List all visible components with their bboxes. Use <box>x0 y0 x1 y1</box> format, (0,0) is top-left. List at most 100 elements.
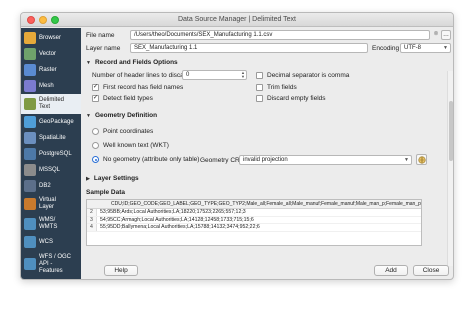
data-source-manager-window: Data Source Manager | Delimited Text Bro… <box>20 12 454 280</box>
layer-settings-section-header[interactable]: ▶ Layer Settings <box>86 175 139 182</box>
sidebar-item-arcgis-map[interactable]: ArcGIS Map Server <box>21 278 81 279</box>
geometry-section-header[interactable]: ▼ Geometry Definition <box>86 112 157 119</box>
checkbox-checked-icon: ✓ <box>92 95 99 102</box>
checkbox-unchecked-icon <box>256 84 263 91</box>
sidebar-item-label: MSSQL <box>39 166 61 173</box>
sidebar-item-label: WMS/ WMTS <box>39 217 58 230</box>
sidebar-item-label: SpatiaLite <box>39 134 66 141</box>
row-number: 4 <box>87 224 97 231</box>
sample-data-rows: 2 53;95BB;Ards;Local Authorities;LA;18220… <box>87 209 421 232</box>
layer-name-field[interactable]: SEX_Manufacturing 1.1 <box>130 43 368 53</box>
chevron-down-icon: ▼ <box>404 157 409 163</box>
no-geometry-radio[interactable]: No geometry (attribute only table) <box>92 156 199 163</box>
wcs-icon <box>24 236 36 248</box>
options-scroll-area[interactable]: ▼ Record and Fields Options Number of he… <box>86 56 444 271</box>
file-name-label: File name <box>86 32 115 39</box>
mesh-icon <box>24 80 36 92</box>
sample-data-title: Sample Data <box>86 189 126 196</box>
collapse-triangle-icon: ▼ <box>86 59 91 66</box>
layer-name-label: Layer name <box>86 45 121 52</box>
row-number: 3 <box>87 216 97 223</box>
trim-fields-checkbox[interactable]: Trim fields <box>256 84 297 91</box>
first-record-checkbox[interactable]: ✓ First record has field names <box>92 84 183 91</box>
sidebar-item-raster[interactable]: Raster <box>21 62 81 78</box>
radio-selected-icon <box>92 156 99 163</box>
chevron-down-icon: ▼ <box>443 45 448 51</box>
delimited-text-icon <box>24 98 36 110</box>
sample-data-header: CDU;ID;GEO_CODE;GEO_LABEL;GEO_TYPE;GEO_T… <box>87 200 421 209</box>
sidebar-item-label: Mesh <box>39 82 54 89</box>
table-row[interactable]: 4 55;95DD;Ballymena;Local Authorities;LA;… <box>87 224 421 232</box>
detect-types-checkbox[interactable]: ✓ Detect field types <box>92 95 153 102</box>
sidebar-item-label: PostgreSQL <box>39 150 72 157</box>
sidebar-item-label: Vector <box>39 50 57 57</box>
sidebar-item-postgresql[interactable]: PostgreSQL <box>21 146 81 162</box>
crs-select[interactable]: invalid projection ▼ <box>239 155 412 165</box>
sidebar-item-virtual-layer[interactable]: Virtual Layer <box>21 194 81 214</box>
decimal-comma-label: Decimal separator is comma <box>267 72 350 79</box>
header-lines-label: Number of header lines to discard <box>92 72 190 79</box>
sidebar-item-delimited-text[interactable]: Delimited Text <box>21 94 81 114</box>
row-data: 55;95DD;Ballymena;Local Authorities;LA;1… <box>100 224 260 230</box>
sidebar-item-mesh[interactable]: Mesh <box>21 78 81 94</box>
sidebar-item-mssql[interactable]: MSSQL <box>21 162 81 178</box>
sidebar-item-label: Raster <box>39 66 57 73</box>
wkt-label: Well known text (WKT) <box>103 142 169 149</box>
title-bar: Data Source Manager | Delimited Text <box>21 13 453 27</box>
point-coordinates-radio[interactable]: Point coordinates <box>92 128 153 135</box>
detect-types-label: Detect field types <box>103 95 153 102</box>
sidebar-item-folder[interactable]: Browser <box>21 30 81 46</box>
close-button[interactable]: Close <box>413 265 449 276</box>
record-fields-title: Record and Fields Options <box>94 59 178 66</box>
record-fields-section-header[interactable]: ▼ Record and Fields Options <box>86 59 178 66</box>
file-name-field[interactable]: /Users/theo/Documents/SEX_Manufacturing … <box>130 30 430 40</box>
sidebar-item-spatialite[interactable]: SpatiaLite <box>21 130 81 146</box>
header-lines-spinbox[interactable]: 0 ▲ ▼ <box>182 70 247 80</box>
wkt-radio[interactable]: Well known text (WKT) <box>92 142 169 149</box>
sidebar-item-label: GeoPackage <box>39 118 74 125</box>
button-bar: Help Add Close <box>82 261 453 279</box>
spin-arrows-icon[interactable]: ▲ ▼ <box>241 71 245 79</box>
sidebar-item-label: Browser <box>39 34 62 41</box>
table-row[interactable]: 2 53;95BB;Ards;Local Authorities;LA;18220… <box>87 209 421 217</box>
spatialite-icon <box>24 132 36 144</box>
scrollbar-thumb[interactable] <box>449 101 453 161</box>
sidebar-item-geopackage[interactable]: GeoPackage <box>21 114 81 130</box>
browse-file-button[interactable]: … <box>441 30 451 40</box>
encoding-select[interactable]: UTF-8 ▼ <box>400 43 451 53</box>
radio-unselected-icon <box>92 128 99 135</box>
wms-icon <box>24 218 36 230</box>
main-panel: File name /Users/theo/Documents/SEX_Manu… <box>82 28 453 279</box>
vector-icon <box>24 48 36 60</box>
sidebar-item-label: Virtual Layer <box>39 197 56 210</box>
row-number: 2 <box>87 209 97 216</box>
encoding-value: UTF-8 <box>404 45 421 51</box>
discard-empty-checkbox[interactable]: Discard empty fields <box>256 95 326 102</box>
sidebar-item-db2[interactable]: DB2 <box>21 178 81 194</box>
collapse-triangle-icon: ▼ <box>86 112 91 119</box>
crs-selector-button[interactable] <box>416 154 427 165</box>
sidebar-item-vector[interactable]: Vector <box>21 46 81 62</box>
sidebar-item-wfs[interactable]: WFS / OGC API - Features <box>21 250 81 278</box>
crs-label: Geometry CRS <box>200 157 245 164</box>
sidebar-item-wcs[interactable]: WCS <box>21 234 81 250</box>
sidebar-item-label: WFS / OGC API - Features <box>39 253 71 274</box>
table-row[interactable]: 3 54;95CC;Armagh;Local Authorities;LA;141… <box>87 216 421 224</box>
add-button[interactable]: Add <box>374 265 408 276</box>
discard-empty-label: Discard empty fields <box>267 95 326 102</box>
globe-icon <box>417 155 426 164</box>
sample-data-table[interactable]: CDU;ID;GEO_CODE;GEO_LABEL;GEO_TYPE;GEO_T… <box>86 199 422 246</box>
header-lines-value: 0 <box>186 72 190 78</box>
help-button[interactable]: Help <box>104 265 138 276</box>
row-data: 54;95CC;Armagh;Local Authorities;LA;1412… <box>100 216 254 223</box>
vertical-scrollbar[interactable] <box>447 71 453 266</box>
encoding-label: Encoding <box>372 45 400 52</box>
clear-icon[interactable]: ⊗ <box>432 30 440 40</box>
decimal-comma-checkbox[interactable]: Decimal separator is comma <box>256 72 349 79</box>
sidebar-item-label: Delimited Text <box>39 97 65 110</box>
sidebar-item-wms[interactable]: WMS/ WMTS <box>21 214 81 234</box>
virtual-layer-icon <box>24 198 36 210</box>
checkbox-unchecked-icon <box>256 72 263 79</box>
point-coordinates-label: Point coordinates <box>103 128 154 135</box>
checkbox-checked-icon: ✓ <box>92 84 99 91</box>
